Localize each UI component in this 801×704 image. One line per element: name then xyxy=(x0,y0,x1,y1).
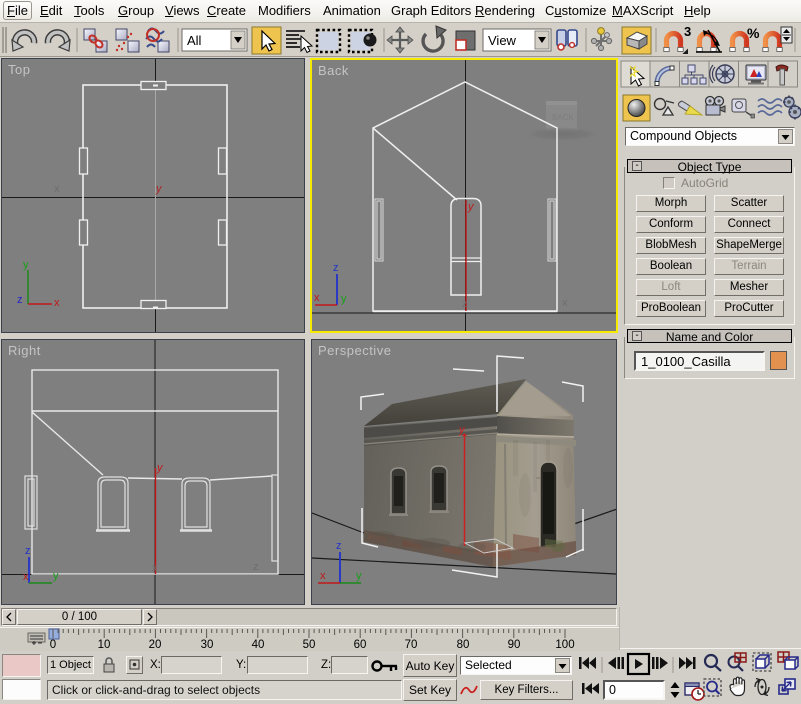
svg-text:y: y xyxy=(467,201,475,213)
svg-text:x: x xyxy=(54,183,60,195)
svg-text:z: z xyxy=(253,561,259,573)
svg-text:y: y xyxy=(23,259,29,271)
svg-text:x: x xyxy=(320,570,326,582)
svg-text:%: % xyxy=(747,25,760,41)
svg-text:z: z xyxy=(25,545,31,557)
svg-text:y: y xyxy=(156,462,164,474)
svg-text:3: 3 xyxy=(684,24,691,39)
svg-text:z: z xyxy=(336,540,342,552)
svg-text:View: View xyxy=(488,33,517,48)
svg-text:x: x xyxy=(152,563,157,574)
svg-text:y: y xyxy=(155,183,163,195)
svg-text:y: y xyxy=(356,570,362,582)
svg-text:x: x xyxy=(314,292,320,304)
svg-text:z: z xyxy=(462,299,467,310)
svg-text:z: z xyxy=(17,294,23,306)
svg-text:y: y xyxy=(341,293,347,305)
svg-text:x: x xyxy=(562,297,568,309)
svg-text:BACK: BACK xyxy=(552,113,574,122)
svg-text:x: x xyxy=(23,571,29,583)
svg-text:z: z xyxy=(333,262,339,274)
svg-text:x: x xyxy=(54,297,60,309)
svg-text:y: y xyxy=(53,570,59,582)
svg-text:All: All xyxy=(187,33,202,48)
